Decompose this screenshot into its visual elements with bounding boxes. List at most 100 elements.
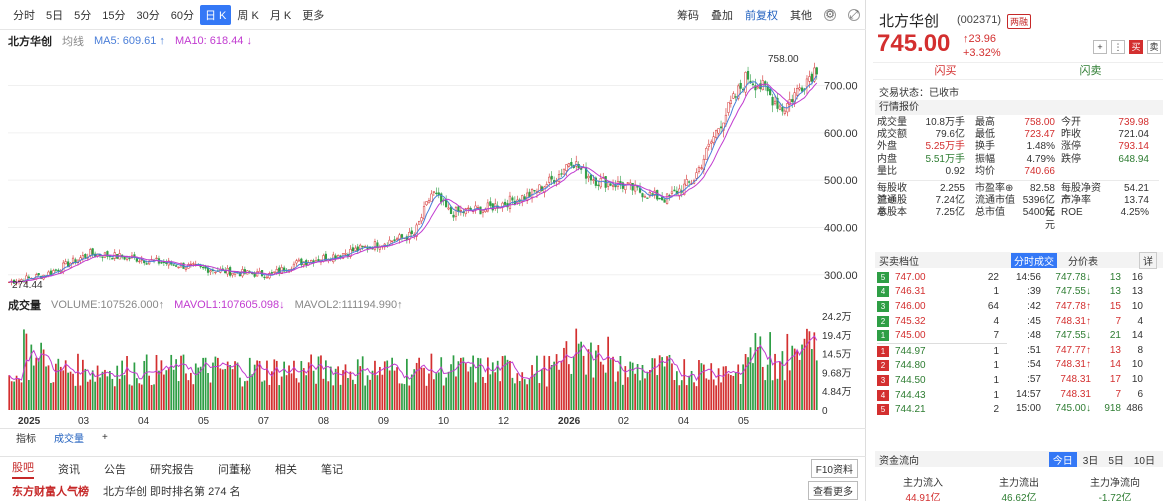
- volume-bar: [42, 349, 45, 410]
- period-5min[interactable]: 5分: [69, 5, 96, 25]
- period-5day[interactable]: 5日: [41, 5, 68, 25]
- tick-count: 16: [1131, 271, 1143, 283]
- volume-bar: [622, 384, 624, 410]
- volume-bar: [673, 380, 676, 410]
- volume-bar: [491, 362, 494, 410]
- volume-bar: [639, 380, 641, 410]
- bid-level[interactable]: 5 744.21 2: [877, 402, 1007, 417]
- volume-chart[interactable]: 24.2万 19.4万 14.5万 9.68万 4.84万 0 2025 03 04 05 07 08…: [0, 310, 866, 428]
- f10-button[interactable]: F10资料: [810, 459, 858, 478]
- ask-level[interactable]: 5 747.00 22: [877, 270, 1007, 285]
- volume-bar: [20, 382, 23, 410]
- volume-bar: [140, 384, 143, 410]
- quote-grid: 成交量 10.8万手 最高 758.00 今开 739.98 成交额 79.6亿 最低 723.4…: [877, 117, 1159, 231]
- flow-10day-button[interactable]: 10日: [1130, 452, 1159, 467]
- ask-level[interactable]: 3 746.00 64: [877, 299, 1007, 314]
- volume-bar: [695, 386, 698, 410]
- buy-button[interactable]: 买: [1129, 40, 1143, 54]
- tab-tick-trades[interactable]: 分时成交: [1011, 252, 1057, 268]
- add-watchlist-button[interactable]: +: [1093, 40, 1107, 54]
- nav-ask-secretary[interactable]: 问董秘: [218, 461, 251, 477]
- action-buttons: + ⋮ 买 卖: [1093, 40, 1161, 54]
- tab-indicator[interactable]: 指标: [16, 430, 36, 445]
- tab-volume[interactable]: 成交量: [54, 430, 84, 445]
- period-weekly[interactable]: 周 K: [232, 5, 263, 25]
- volume-bar: [190, 372, 192, 410]
- volume-bar: [379, 366, 381, 410]
- period-more[interactable]: 更多: [297, 5, 329, 25]
- add-indicator-button[interactable]: +: [102, 432, 108, 443]
- flow-3day-button[interactable]: 3日: [1079, 452, 1103, 467]
- level-badge: 5: [877, 404, 889, 416]
- nav-announcements[interactable]: 公告: [104, 461, 126, 477]
- nav-related[interactable]: 相关: [275, 461, 297, 477]
- ask-level[interactable]: 4 746.31 1: [877, 285, 1007, 300]
- chip-distribution-button[interactable]: 筹码: [677, 7, 699, 23]
- nav-research[interactable]: 研究报告: [150, 461, 194, 477]
- volume-bar: [428, 373, 430, 410]
- bid-level[interactable]: 3 744.50 1: [877, 373, 1007, 388]
- nav-notes[interactable]: 笔记: [321, 461, 343, 477]
- volume-bar: [170, 354, 173, 410]
- ask-level[interactable]: 2 745.32 4: [877, 314, 1007, 329]
- bid-level[interactable]: 4 744.43 1: [877, 388, 1007, 403]
- nav-guba[interactable]: 股吧: [12, 459, 34, 479]
- volume-bar: [118, 378, 121, 410]
- tab-price-table[interactable]: 分价表: [1065, 253, 1101, 268]
- quote-label: 量比: [877, 165, 897, 177]
- flow-5day-button[interactable]: 5日: [1104, 452, 1128, 467]
- volume-bar: [690, 370, 693, 410]
- volume-bar: [278, 385, 281, 410]
- nav-news[interactable]: 资讯: [58, 461, 80, 477]
- ma-line: [9, 82, 818, 283]
- volume-bar: [737, 364, 740, 410]
- flash-sell-button[interactable]: 闪卖: [1018, 63, 1163, 79]
- candle-body: [670, 191, 674, 194]
- volume-bar: [295, 378, 298, 410]
- volume-bar: [555, 354, 558, 410]
- time-axis-label: 07: [258, 416, 270, 427]
- overlay-button[interactable]: 叠加: [711, 7, 733, 23]
- time-axis-label: 04: [678, 416, 690, 427]
- candle-body: [707, 143, 710, 147]
- candle-body: [91, 248, 94, 255]
- period-60min[interactable]: 60分: [166, 5, 199, 25]
- candlestick-chart[interactable]: 700.00 600.00 500.00 400.00 300.00 758.00 274.…: [0, 44, 866, 294]
- bid-level[interactable]: 2 744.80 1: [877, 359, 1007, 374]
- volume-bar: [79, 385, 82, 410]
- ask-level[interactable]: 1 745.00 7: [877, 328, 1007, 343]
- period-30min[interactable]: 30分: [132, 5, 165, 25]
- period-15min[interactable]: 15分: [97, 5, 130, 25]
- volume-bar: [460, 357, 462, 410]
- candle-body: [177, 266, 180, 269]
- quote-label: 流通股本: [877, 195, 907, 219]
- volume-bar: [366, 375, 369, 410]
- quote-value: 7.25亿: [935, 207, 965, 219]
- volume-bar: [96, 365, 99, 410]
- period-intraday[interactable]: 分时: [8, 5, 40, 25]
- flow-today-button[interactable]: 今日: [1048, 451, 1077, 467]
- quote-label: 每股净资产: [1061, 182, 1101, 207]
- bid-level[interactable]: 1 744.97 1: [877, 344, 1007, 359]
- level-volume: 1: [993, 345, 999, 357]
- fullscreen-icon[interactable]: ⤢: [848, 8, 860, 21]
- volume-bar: [599, 361, 602, 410]
- rank-more-button[interactable]: 查看更多: [808, 481, 858, 500]
- adjust-button[interactable]: 前复权: [745, 7, 778, 23]
- volume-bar: [649, 369, 651, 410]
- period-monthly[interactable]: 月 K: [265, 5, 296, 25]
- volume-bar: [25, 333, 28, 410]
- sell-button[interactable]: 卖: [1147, 40, 1161, 54]
- volume-bar: [580, 341, 582, 410]
- volume-bar: [788, 370, 791, 410]
- level-badge: 1: [877, 330, 889, 342]
- menu-dots-icon[interactable]: ⋮: [1111, 40, 1125, 54]
- tick-price: 748.31: [1060, 373, 1091, 385]
- flash-buy-button[interactable]: 闪买: [873, 63, 1018, 79]
- other-button[interactable]: 其他: [790, 7, 812, 23]
- tick-detail-button[interactable]: 详: [1139, 251, 1157, 269]
- settings-icon[interactable]: ⚙: [824, 8, 836, 21]
- candle-body: [739, 82, 742, 89]
- period-daily[interactable]: 日 K: [200, 4, 232, 25]
- volume-bar: [646, 372, 649, 410]
